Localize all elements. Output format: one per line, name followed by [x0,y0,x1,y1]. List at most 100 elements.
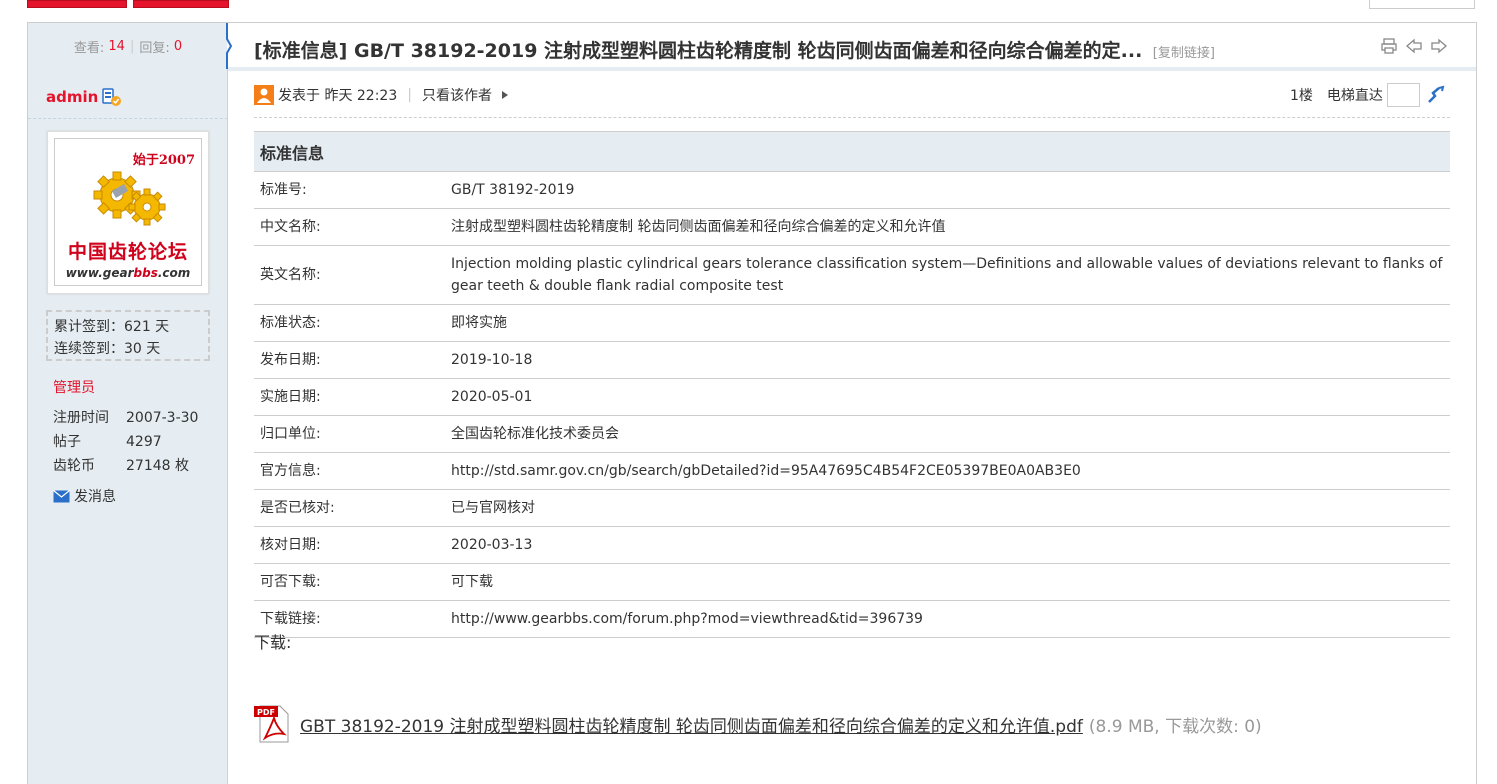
pdf-icon: PDF [254,705,289,743]
row-key: 官方信息: [254,452,445,490]
views-label: 查看: [73,40,105,56]
pdf-badge-text: PDF [257,708,275,717]
info-key: 帖子 [53,434,81,450]
previous-thread-icon[interactable] [1405,37,1423,55]
send-message-label: 发消息 [74,489,116,505]
title-actions [1380,37,1448,55]
row-key: 发布日期: [254,341,445,379]
floor-nav: 1楼 电梯直达 [1290,83,1446,107]
row-value[interactable]: http://www.gearbbs.com/forum.php?mod=vie… [445,600,1450,638]
info-value: 27148 枚 [126,458,189,474]
gear-logo-icon [93,171,166,226]
next-thread-icon[interactable] [1430,37,1448,55]
author-divider [28,118,228,119]
envelope-icon [53,489,70,502]
row-key: 归口单位: [254,415,445,453]
stats-separator: | [129,38,135,54]
info-key: 齿轮币 [53,458,95,474]
table-row: 是否已核对: 已与官网核对 [254,489,1450,527]
post-time: 发表于 昨天 22:23 [278,88,398,104]
floor-jump-input[interactable] [1386,83,1420,107]
replies-count: 0 [173,38,183,54]
sign-streak: 连续签到：30 天 [54,341,161,357]
avatar-url-prefix: www.gear [65,266,134,280]
top-button-1[interactable] [27,0,127,8]
post-meta: 发表于 昨天 22:23 | 只看该作者 [254,85,510,105]
jump-go-icon[interactable] [1426,85,1446,105]
row-key: 核对日期: [254,526,445,564]
sign-in-stats: 累计签到：621 天 连续签到：30 天 [46,310,210,361]
row-key: 英文名称: [254,245,445,305]
table-row: 实施日期: 2020-05-01 [254,378,1450,416]
avatar-site-name: 中国齿轮论坛 [67,241,188,263]
author-role[interactable]: 管理员 [53,377,95,397]
info-value: 2007-3-30 [126,410,199,426]
row-value: GB/T 38192-2019 [445,171,1450,209]
avatar-since-text: 始于2007 [132,153,195,168]
verified-user-icon [102,88,122,106]
row-value[interactable]: http://std.samr.gov.cn/gb/search/gbDetai… [445,452,1450,490]
meta-separator: | [407,87,412,103]
info-key: 注册时间 [53,410,109,426]
views-count: 14 [108,38,125,54]
row-key: 实施日期: [254,378,445,416]
table-row: 归口单位: 全国齿轮标准化技术委员会 [254,415,1450,453]
online-status-icon [254,85,274,105]
row-value: 2020-03-13 [445,526,1450,564]
header-divider [228,67,1476,71]
info-value[interactable]: 4297 [126,430,162,454]
attachment-meta: (8.9 MB, 下载次数: 0) [1088,716,1262,737]
row-value: 可下载 [445,563,1450,601]
row-key: 可否下载: [254,563,445,601]
triangle-right-icon [501,91,508,99]
elevator-label: 电梯直达 [1326,88,1383,104]
top-button-2[interactable] [133,0,229,8]
author-info-row: 注册时间 2007-3-30 [53,406,198,430]
floor-number[interactable]: 1楼 [1290,85,1313,105]
author-info-row: 帖子 4297 [53,430,198,454]
table-row: 核对日期: 2020-03-13 [254,526,1450,564]
author-name-row: admin [46,86,124,108]
post-divider [254,117,1450,118]
table-row: 标准号: GB/T 38192-2019 [254,171,1450,209]
table-row: 下载链接: http://www.gearbbs.com/forum.php?mo… [254,600,1450,638]
replies-label: 回复: [139,40,170,56]
row-key: 标准号: [254,171,445,209]
row-value: 已与官网核对 [445,489,1450,527]
sign-total: 累计签到：621 天 [54,319,170,335]
row-value: 即将实施 [445,304,1450,342]
row-value: 2020-05-01 [445,378,1450,416]
table-row: 可否下载: 可下载 [254,563,1450,601]
avatar[interactable]: 始于2007 中国齿轮论坛 www.gearbbs.com [47,131,209,294]
print-icon[interactable] [1380,37,1398,55]
table-row: 英文名称: Injection molding plastic cylindric… [254,245,1450,305]
avatar-image: 始于2007 中国齿轮论坛 www.gearbbs.com [54,138,202,286]
table-row: 发布日期: 2019-10-18 [254,341,1450,379]
send-message-link[interactable]: 发消息 [53,486,116,506]
table-body: 标准号: GB/T 38192-2019 中文名称: 注射成型塑料圆柱齿轮精度制 轮齿… [254,171,1450,638]
row-key: 是否已核对: [254,489,445,527]
row-value: 注射成型塑料圆柱齿轮精度制 轮齿同侧齿面偏差和径向综合偏差的定义和允许值 [445,208,1450,246]
attachment: PDF GBT 38192-2019 注射成型塑料圆柱齿轮精度制 轮齿同侧齿面偏… [254,704,1262,744]
author-name[interactable]: admin [46,88,98,106]
avatar-url-suffix: .com [157,266,191,280]
thread-title: [标准信息] GB/T 38192-2019 注射成型塑料圆柱齿轮精度制 轮齿同… [254,40,1143,62]
avatar-url-highlight: bbs [133,266,158,280]
avatar-url: www.gearbbs.com [55,266,201,280]
row-value: 2019-10-18 [445,341,1450,379]
thread-title-row: [标准信息] GB/T 38192-2019 注射成型塑料圆柱齿轮精度制 轮齿同… [254,36,1254,63]
copy-link[interactable]: [复制链接] [1153,46,1215,61]
table-row: 官方信息: http://std.samr.gov.cn/gb/search/gb… [254,452,1450,490]
standard-info-table: 标准信息 标准号: GB/T 38192-2019 中文名称: 注射成型塑料圆柱齿轮精… [254,131,1450,638]
only-author-link[interactable]: 只看该作者 [422,85,492,105]
row-value: Injection molding plastic cylindrical ge… [445,245,1450,305]
row-value: 全国齿轮标准化技术委员会 [445,415,1450,453]
row-key: 标准状态: [254,304,445,342]
table-header-row: 标准信息 [254,131,1450,172]
attachment-file-link[interactable]: GBT 38192-2019 注射成型塑料圆柱齿轮精度制 轮齿同侧齿面偏差和径向… [300,712,1083,737]
top-right-control[interactable] [1369,0,1475,9]
thread-stats: 查看: 14 | 回复: 0 [28,23,228,69]
row-key: 中文名称: [254,208,445,246]
author-info-row: 齿轮币 27148 枚 [53,454,198,478]
download-label: 下载: [254,633,292,652]
